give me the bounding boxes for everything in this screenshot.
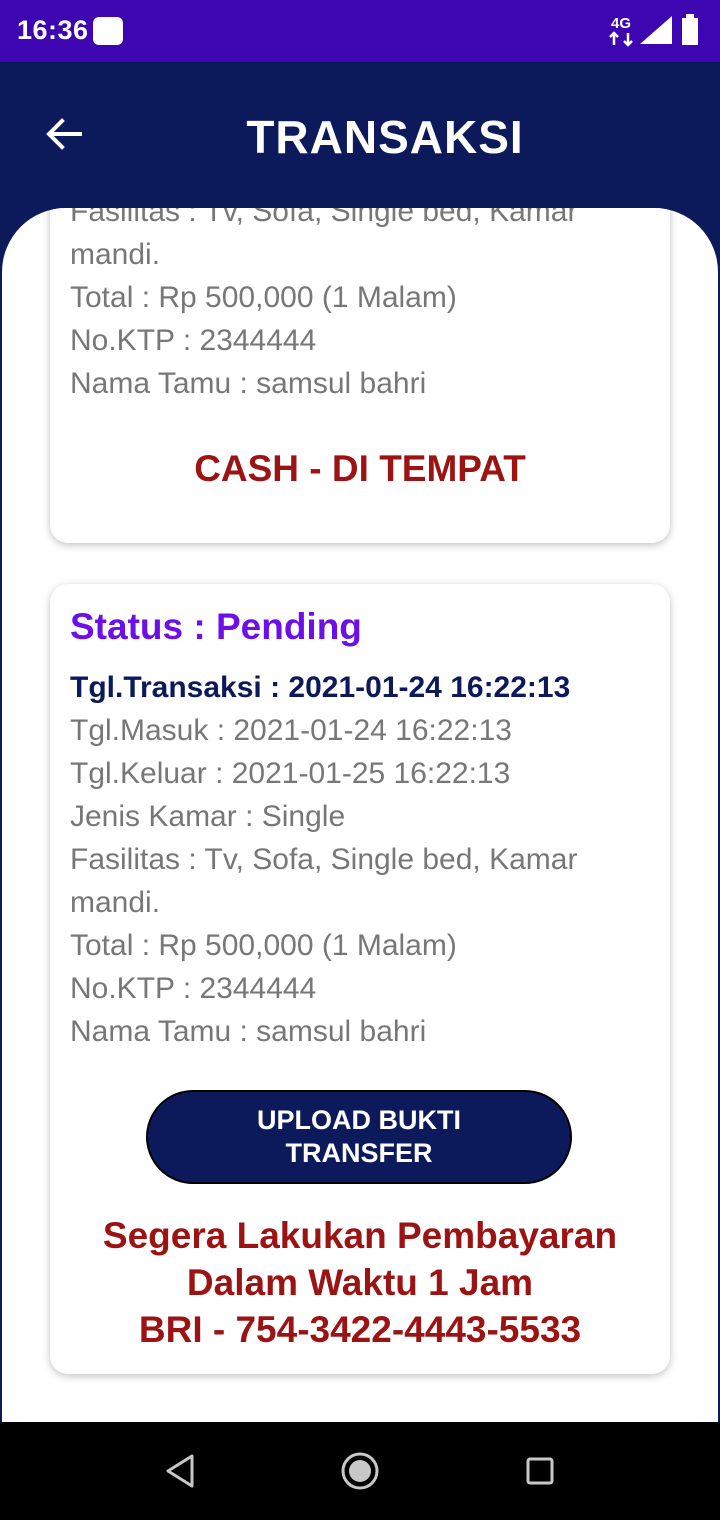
status-bar: 16:36 4G xyxy=(0,0,720,62)
fasilitas-label-continued: mandi. xyxy=(70,238,161,271)
transaction-date-label: Tgl.Transaksi : 2021-01-24 16:22:13 xyxy=(70,671,571,704)
guest-name-label: Nama Tamu : samsul bahri xyxy=(70,367,427,400)
checkout-date-label: Tgl.Keluar : 2021-01-25 16:22:13 xyxy=(70,757,511,790)
bank-account-line: BRI - 754-3422-4443-5533 xyxy=(138,1309,582,1350)
battery-icon xyxy=(682,14,698,45)
nav-back-icon[interactable] xyxy=(155,1446,205,1496)
checkin-date-label: Tgl.Masuk : 2021-01-24 16:22:13 xyxy=(70,714,512,747)
payment-deadline-line: Dalam Waktu 1 Jam xyxy=(186,1262,534,1303)
network-4g-icon: 4G xyxy=(609,15,633,47)
guest-name-label: Nama Tamu : samsul bahri xyxy=(70,1015,427,1048)
transaction-card: Status : Pending Tgl.Transaksi : 2021-01… xyxy=(50,584,670,1374)
status-label: Status : Pending xyxy=(70,606,362,647)
payment-instructions: Segera Lakukan Pembayaran Dalam Waktu 1 … xyxy=(50,1212,670,1353)
upload-proof-button[interactable]: UPLOAD BUKTI TRANSFER xyxy=(146,1090,572,1184)
fasilitas-label-continued: mandi. xyxy=(70,886,161,919)
total-label: Total : Rp 500,000 (1 Malam) xyxy=(70,281,457,314)
ktp-label: No.KTP : 2344444 xyxy=(70,972,317,1005)
upload-proof-label: UPLOAD BUKTI TRANSFER xyxy=(257,1105,461,1168)
nav-home-icon[interactable] xyxy=(335,1446,385,1496)
total-label: Total : Rp 500,000 (1 Malam) xyxy=(70,929,457,962)
network-type-label: 4G xyxy=(611,15,631,32)
signal-icon xyxy=(640,16,672,44)
status-time: 16:36 xyxy=(17,15,89,45)
notification-icon xyxy=(93,17,123,45)
nav-recents-icon[interactable] xyxy=(515,1446,565,1496)
transaction-card: Fasilitas : Tv, Sofa, Single bed, Kamar … xyxy=(50,208,670,543)
fasilitas-label: Fasilitas : Tv, Sofa, Single bed, Kamar xyxy=(70,843,578,876)
page-title: TRANSAKSI xyxy=(246,111,524,163)
app-bar: TRANSAKSI xyxy=(0,62,720,212)
fasilitas-label: Fasilitas : Tv, Sofa, Single bed, Kamar xyxy=(70,208,578,228)
ktp-label: No.KTP : 2344444 xyxy=(70,324,317,357)
transaction-list[interactable]: Fasilitas : Tv, Sofa, Single bed, Kamar … xyxy=(2,208,718,1422)
payment-method-label: CASH - DI TEMPAT xyxy=(194,448,526,489)
room-type-label: Jenis Kamar : Single xyxy=(70,800,346,833)
payment-instruction-line: Segera Lakukan Pembayaran xyxy=(102,1215,618,1256)
